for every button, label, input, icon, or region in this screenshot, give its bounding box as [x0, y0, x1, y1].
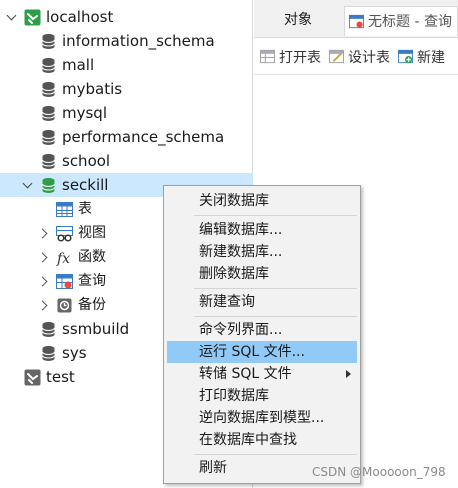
tree-db-mall[interactable]: mall [0, 53, 253, 77]
menu-reverse-to-model[interactable]: 逆向数据库到模型... [167, 407, 357, 429]
menu-dump-sql-file[interactable]: 转储 SQL 文件 [167, 363, 357, 385]
new-table-button[interactable]: 新建 [398, 47, 445, 67]
open-table-button[interactable]: 打开表 [260, 47, 321, 67]
tree-db-label: performance_schema [62, 128, 225, 146]
menu-close-database[interactable]: 关闭数据库 [167, 190, 357, 212]
svg-text:fx: fx [56, 251, 70, 266]
database-icon [42, 129, 55, 145]
function-icon: fx [56, 251, 70, 266]
tree-connection-label: localhost [46, 8, 114, 26]
tab-query-label: 无标题 - 查询 [368, 13, 452, 30]
menu-separator [194, 215, 357, 216]
tab-bar: 对象 无标题 - 查询 [254, 0, 458, 38]
menu-separator [194, 316, 357, 317]
tree-node-label: 表 [78, 201, 92, 217]
tree-connection-localhost[interactable]: localhost [0, 5, 253, 29]
tree-db-mybatis[interactable]: mybatis [0, 77, 253, 101]
chevron-right-icon[interactable] [38, 251, 50, 263]
chevron-down-icon[interactable] [6, 11, 18, 23]
tree-db-label: mysql [62, 104, 107, 122]
tree-db-school[interactable]: school [0, 149, 253, 173]
design-table-icon [329, 49, 344, 64]
new-table-label: 新建 [417, 49, 445, 66]
tree-node-label: 函数 [78, 249, 106, 265]
database-icon [42, 321, 55, 337]
tab-query[interactable]: 无标题 - 查询 [344, 6, 458, 36]
query-icon [349, 14, 364, 29]
menu-find-in-database[interactable]: 在数据库中查找 [167, 429, 357, 451]
connection-icon [24, 369, 41, 385]
database-icon [42, 105, 55, 121]
backup-icon [57, 298, 72, 312]
chevron-right-icon[interactable] [38, 299, 50, 311]
menu-new-database[interactable]: 新建数据库... [167, 241, 357, 263]
new-table-icon [398, 49, 413, 64]
chevron-down-icon[interactable] [22, 179, 34, 191]
menu-separator [194, 454, 357, 455]
tree-db-mysql[interactable]: mysql [0, 101, 253, 125]
tree-connection-label: test [46, 368, 75, 386]
database-icon [42, 153, 55, 169]
tree-db-information_schema[interactable]: information_schema [0, 29, 253, 53]
chevron-right-icon[interactable] [38, 227, 50, 239]
query-icon [56, 273, 73, 289]
tree-db-label: mybatis [62, 80, 123, 98]
watermark: CSDN @Mooooon_798 [312, 465, 446, 479]
tree-db-label: sys [62, 344, 87, 362]
view-icon [56, 225, 73, 242]
database-icon [42, 81, 55, 97]
menu-dump-sql-label: 转储 SQL 文件 [199, 366, 292, 382]
menu-separator [194, 288, 357, 289]
database-icon [42, 57, 55, 73]
menu-print-database[interactable]: 打印数据库 [167, 385, 357, 407]
tab-objects[interactable]: 对象 [254, 6, 342, 36]
database-open-icon [42, 177, 55, 193]
tree-node-label: 视图 [78, 225, 106, 241]
tree-db-label: mall [62, 56, 95, 74]
database-icon [42, 345, 55, 361]
tree-db-label: seckill [62, 176, 109, 194]
tree-db-performance_schema[interactable]: performance_schema [0, 125, 253, 149]
menu-edit-database[interactable]: 编辑数据库... [167, 219, 357, 241]
submenu-arrow-icon [346, 370, 351, 378]
open-table-label: 打开表 [279, 49, 321, 66]
database-icon [42, 33, 55, 49]
connection-icon [24, 9, 41, 25]
design-table-label: 设计表 [348, 49, 390, 66]
chevron-right-icon[interactable] [38, 275, 50, 287]
tree-db-label: school [62, 152, 111, 170]
tree-node-label: 查询 [78, 273, 106, 289]
menu-delete-database[interactable]: 删除数据库 [167, 263, 357, 285]
context-menu: 关闭数据库 编辑数据库... 新建数据库... 删除数据库 新建查询 命令列界面… [163, 185, 361, 484]
object-toolbar: 打开表 设计表 新建 [254, 39, 458, 75]
menu-run-sql-file[interactable]: 运行 SQL 文件... [167, 341, 357, 363]
design-table-button[interactable]: 设计表 [329, 47, 390, 67]
tree-node-label: 备份 [78, 297, 106, 313]
tree-db-label: ssmbuild [62, 320, 130, 338]
menu-new-query[interactable]: 新建查询 [167, 291, 357, 313]
menu-console[interactable]: 命令列界面... [167, 319, 357, 341]
open-table-icon [260, 49, 275, 64]
tree-db-label: information_schema [62, 32, 215, 50]
table-icon [56, 201, 73, 217]
